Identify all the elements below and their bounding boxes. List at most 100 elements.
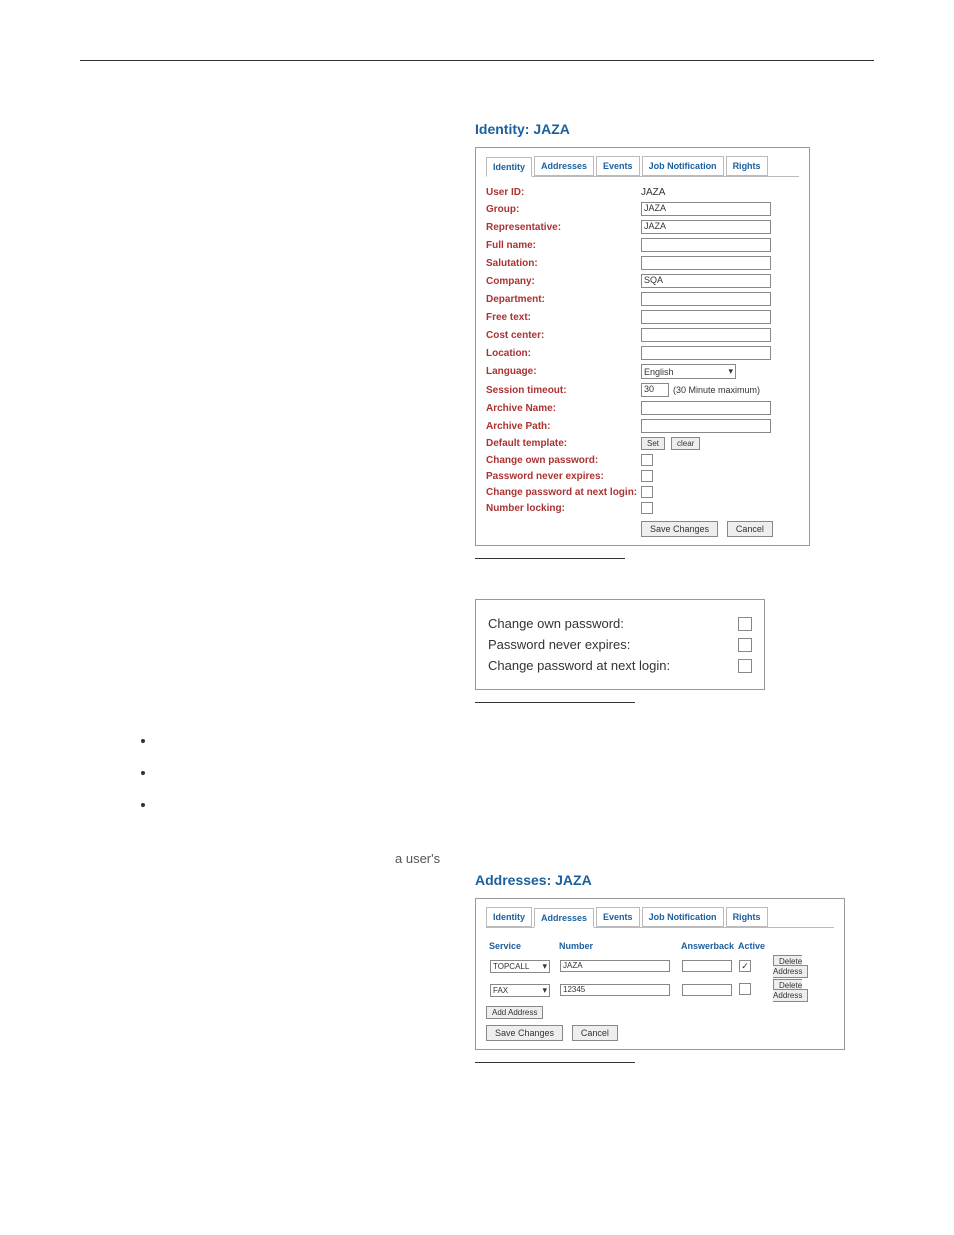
select-language[interactable]: English ▾ [641, 364, 736, 379]
label-company: Company: [486, 276, 641, 287]
cancel-button[interactable]: Cancel [572, 1025, 618, 1041]
label-session-timeout: Session timeout: [486, 385, 641, 396]
set-button[interactable]: Set [641, 437, 665, 450]
input-archive-name[interactable] [641, 401, 771, 415]
input-free-text[interactable] [641, 310, 771, 324]
hint-session-timeout: (30 Minute maximum) [673, 385, 760, 395]
select-service-1[interactable]: FAX ▾ [490, 984, 550, 997]
bullet-list [115, 733, 874, 811]
label-full-name: Full name: [486, 240, 641, 251]
checkbox-number-locking[interactable] [641, 502, 653, 514]
checkbox-change-password-next-login[interactable] [641, 486, 653, 498]
label-password-never-expires: Password never expires: [486, 471, 641, 482]
label-free-text: Free text: [486, 312, 641, 323]
list-item [155, 797, 874, 811]
checkbox-change-own-password[interactable] [641, 454, 653, 466]
tab-rights[interactable]: Rights [726, 156, 768, 176]
col-number: Number [558, 940, 678, 953]
zoom-label-change-password-next-login: Change password at next login: [488, 658, 670, 673]
input-answerback-0[interactable] [682, 960, 732, 972]
input-salutation[interactable] [641, 256, 771, 270]
value-user-id: JAZA [641, 187, 665, 198]
tab-events[interactable]: Events [596, 156, 640, 176]
tab-identity[interactable]: Identity [486, 157, 532, 177]
a-users-text: a user's [395, 851, 874, 866]
add-address-button[interactable]: Add Address [486, 1006, 543, 1019]
label-default-template: Default template: [486, 438, 641, 449]
input-group[interactable]: JAZA [641, 202, 771, 216]
label-number-locking: Number locking: [486, 503, 641, 514]
tab-job-notification[interactable]: Job Notification [642, 907, 724, 927]
zoom-label-password-never-expires: Password never expires: [488, 637, 630, 652]
addresses-table: Service Number Answerback Active TOPCALL… [486, 938, 834, 1003]
tab-rights[interactable]: Rights [726, 907, 768, 927]
label-change-password-next-login: Change password at next login: [486, 487, 641, 498]
divider [475, 702, 635, 703]
input-cost-center[interactable] [641, 328, 771, 342]
input-company[interactable]: SQA [641, 274, 771, 288]
table-row: TOPCALL ▾ JAZA ✓ Delete Address [488, 955, 832, 977]
identity-screenshot: Identity Addresses Events Job Notificati… [475, 147, 810, 546]
page-top-rule [80, 60, 874, 61]
label-cost-center: Cost center: [486, 330, 641, 341]
label-archive-name: Archive Name: [486, 403, 641, 414]
identity-tabs: Identity Addresses Events Job Notificati… [486, 156, 799, 177]
select-service-1-value: FAX [493, 986, 508, 995]
input-answerback-1[interactable] [682, 984, 732, 996]
input-session-timeout[interactable]: 30 [641, 383, 669, 397]
label-user-id: User ID: [486, 187, 641, 198]
input-number-0[interactable]: JAZA [560, 960, 670, 972]
input-archive-path[interactable] [641, 419, 771, 433]
label-change-own-password: Change own password: [486, 455, 641, 466]
chevron-down-icon: ▾ [542, 961, 547, 972]
input-representative[interactable]: JAZA [641, 220, 771, 234]
zoom-checkbox-change-own-password[interactable] [738, 617, 752, 631]
addresses-screenshot: Identity Addresses Events Job Notificati… [475, 898, 845, 1050]
zoom-label-change-own-password: Change own password: [488, 616, 624, 631]
label-salutation: Salutation: [486, 258, 641, 269]
input-department[interactable] [641, 292, 771, 306]
checkbox-password-never-expires[interactable] [641, 470, 653, 482]
tab-events[interactable]: Events [596, 907, 640, 927]
tab-addresses[interactable]: Addresses [534, 156, 594, 176]
label-department: Department: [486, 294, 641, 305]
select-service-0-value: TOPCALL [493, 962, 529, 971]
select-language-value: English [644, 367, 674, 377]
cancel-button[interactable]: Cancel [727, 521, 773, 537]
table-row: FAX ▾ 12345 Delete Address [488, 979, 832, 1001]
label-representative: Representative: [486, 222, 641, 233]
input-location[interactable] [641, 346, 771, 360]
select-service-0[interactable]: TOPCALL ▾ [490, 960, 550, 973]
label-language: Language: [486, 366, 641, 377]
tab-identity[interactable]: Identity [486, 907, 532, 927]
col-answerback: Answerback [680, 940, 735, 953]
password-options-zoom: Change own password: Password never expi… [475, 599, 765, 690]
list-item [155, 765, 874, 779]
divider [475, 558, 625, 559]
delete-address-button-0[interactable]: Delete Address [773, 955, 808, 978]
col-service: Service [488, 940, 556, 953]
zoom-checkbox-change-password-next-login[interactable] [738, 659, 752, 673]
clear-button[interactable]: clear [671, 437, 700, 450]
addresses-title: Addresses: JAZA [475, 872, 874, 888]
chevron-down-icon: ▾ [728, 366, 733, 377]
save-changes-button[interactable]: Save Changes [486, 1025, 563, 1041]
divider [475, 1062, 635, 1063]
label-location: Location: [486, 348, 641, 359]
chevron-down-icon: ▾ [542, 985, 547, 996]
input-number-1[interactable]: 12345 [560, 984, 670, 996]
tab-job-notification[interactable]: Job Notification [642, 156, 724, 176]
checkbox-active-0[interactable]: ✓ [739, 960, 751, 972]
tab-addresses[interactable]: Addresses [534, 908, 594, 928]
save-changes-button[interactable]: Save Changes [641, 521, 718, 537]
input-full-name[interactable] [641, 238, 771, 252]
zoom-checkbox-password-never-expires[interactable] [738, 638, 752, 652]
col-active: Active [737, 940, 769, 953]
list-item [155, 733, 874, 747]
label-archive-path: Archive Path: [486, 421, 641, 432]
delete-address-button-1[interactable]: Delete Address [773, 979, 808, 1002]
identity-title: Identity: JAZA [475, 121, 874, 137]
label-group: Group: [486, 204, 641, 215]
addresses-tabs: Identity Addresses Events Job Notificati… [486, 907, 834, 928]
checkbox-active-1[interactable] [739, 983, 751, 995]
